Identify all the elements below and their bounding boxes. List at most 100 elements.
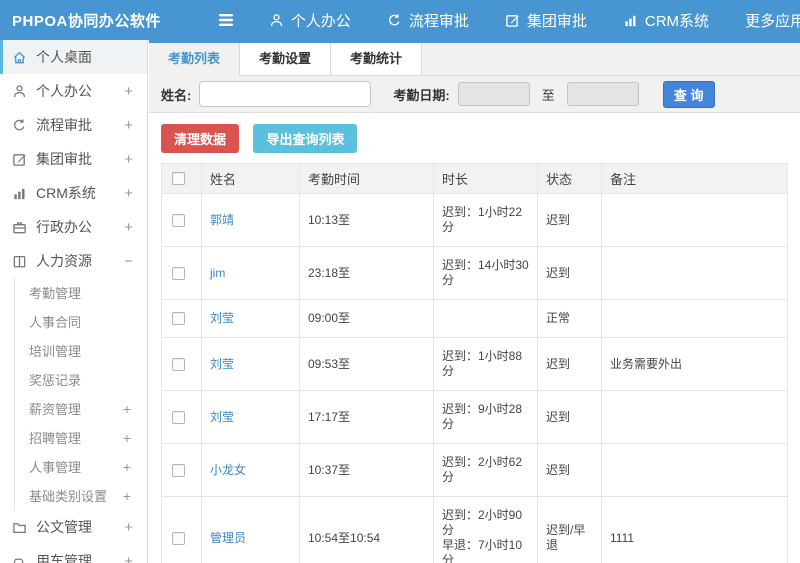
- tab-1[interactable]: 考勤列表: [149, 43, 241, 76]
- name-cell: 刘莹: [201, 299, 300, 338]
- app-title: PHPOA协同办公软件: [12, 12, 161, 30]
- expand-icon[interactable]: +: [124, 519, 133, 536]
- select-all-checkbox[interactable]: [172, 172, 185, 185]
- sidebar-subitem-3[interactable]: 培训管理: [15, 336, 147, 365]
- sidebar-subitem-8[interactable]: 基础类别设置 +: [15, 481, 147, 510]
- table-row: jim 23:18至 迟到：14小时30分 迟到: [161, 246, 788, 300]
- row-checkbox[interactable]: [172, 531, 185, 545]
- date-to-input[interactable]: [566, 82, 639, 106]
- sidebar-subitem-5[interactable]: 薪资管理 +: [15, 394, 147, 423]
- menu-toggle-icon[interactable]: [217, 13, 235, 27]
- sidebar-item-7[interactable]: 人力资源 −: [0, 244, 147, 278]
- name-link[interactable]: 刘莹: [210, 357, 234, 371]
- sidebar-subitem-6[interactable]: 招聘管理 +: [15, 423, 147, 452]
- tab-2[interactable]: 考勤设置: [240, 43, 332, 76]
- folder-icon: [12, 520, 27, 535]
- sidebar-subitem-label: 奖惩记录: [29, 373, 82, 388]
- sidebar-subitem-1[interactable]: 考勤管理: [15, 278, 147, 307]
- expand-icon[interactable]: +: [124, 151, 133, 168]
- row-checkbox[interactable]: [172, 463, 185, 477]
- duration-cell: 迟到：2小时62分: [433, 443, 538, 497]
- topnav-item-label: 个人办公: [290, 12, 351, 30]
- sidebar-item-6[interactable]: 行政办公 +: [0, 210, 147, 244]
- status-cell: 迟到: [537, 246, 602, 300]
- topnav-item-3[interactable]: 集团审批: [505, 10, 587, 31]
- expand-icon[interactable]: +: [124, 219, 133, 236]
- workflow-icon: [12, 118, 27, 133]
- sidebar-item-4[interactable]: 集团审批 +: [0, 142, 147, 176]
- topnav-item-label: CRM系统: [644, 12, 710, 30]
- clear-data-button[interactable]: 清理数据: [161, 124, 240, 153]
- expand-icon[interactable]: +: [123, 430, 131, 446]
- sidebar-item-8[interactable]: 公文管理 +: [0, 510, 147, 544]
- sidebar-subitem-4[interactable]: 奖惩记录: [15, 365, 147, 394]
- query-button[interactable]: 查 询: [662, 80, 715, 108]
- sidebar-subitem-label: 人事合同: [29, 315, 82, 330]
- sidebar-item-label: 个人桌面: [36, 49, 92, 65]
- expand-icon[interactable]: +: [123, 459, 131, 475]
- sidebar-item-label: 行政办公: [36, 219, 92, 235]
- expand-icon[interactable]: +: [123, 488, 131, 504]
- remark-cell: 业务需要外出: [601, 337, 788, 391]
- sidebar-item-1[interactable]: 个人桌面: [0, 40, 147, 74]
- topnav-item-1[interactable]: 个人办公: [269, 10, 351, 31]
- date-from-input[interactable]: [457, 82, 530, 106]
- checkbox-cell: [161, 246, 202, 300]
- remark-cell: [601, 193, 788, 247]
- name-cell: 郭靖: [201, 193, 300, 247]
- duration-cell: 迟到：14小时30分: [433, 246, 538, 300]
- time-cell: 09:53至: [299, 337, 434, 391]
- time-cell: 23:18至: [299, 246, 434, 300]
- table-row: 刘莹 09:53至 迟到：1小时88分 迟到 业务需要外出: [161, 337, 788, 391]
- expand-icon[interactable]: +: [124, 83, 133, 100]
- time-cell: 10:37至: [299, 443, 434, 497]
- duration-cell: 迟到：9小时28分: [433, 390, 538, 444]
- name-link[interactable]: 刘莹: [210, 410, 234, 424]
- select-all-header-cell: [161, 163, 202, 194]
- name-link[interactable]: 管理员: [210, 531, 246, 545]
- duration-cell: [433, 299, 538, 338]
- checkbox-cell: [161, 337, 202, 391]
- sidebar-subitem-label: 招聘管理: [29, 431, 82, 446]
- time-cell: 09:00至: [299, 299, 434, 338]
- sidebar-item-9[interactable]: 用车管理 +: [0, 544, 147, 563]
- person-icon: [12, 84, 27, 99]
- topnav-item-5[interactable]: 更多应用: [745, 10, 800, 31]
- tab-3[interactable]: 考勤统计: [331, 43, 423, 76]
- action-toolbar: 清理数据 导出查询列表: [149, 113, 800, 163]
- sidebar-item-2[interactable]: 个人办公 +: [0, 74, 147, 108]
- sidebar-subitem-label: 基础类别设置: [29, 489, 108, 504]
- sidebar-item-label: 个人办公: [36, 83, 92, 99]
- expand-icon[interactable]: +: [124, 553, 133, 563]
- checkbox-cell: [161, 496, 202, 563]
- name-link[interactable]: 小龙女: [210, 463, 246, 477]
- name-cell: 小龙女: [201, 443, 300, 497]
- row-checkbox[interactable]: [172, 312, 185, 325]
- name-link[interactable]: 刘莹: [210, 311, 234, 325]
- duration-cell: 迟到：1小时22分: [433, 193, 538, 247]
- row-checkbox[interactable]: [172, 213, 185, 227]
- export-list-button[interactable]: 导出查询列表: [253, 124, 358, 153]
- checkbox-cell: [161, 443, 202, 497]
- sidebar-item-3[interactable]: 流程审批 +: [0, 108, 147, 142]
- sidebar-subitem-7[interactable]: 人事管理 +: [15, 452, 147, 481]
- sidebar-subitem-2[interactable]: 人事合同: [15, 307, 147, 336]
- row-checkbox[interactable]: [172, 357, 185, 371]
- topnav-item-4[interactable]: CRM系统: [623, 10, 709, 31]
- car-icon: [12, 554, 27, 563]
- expand-icon[interactable]: +: [124, 117, 133, 134]
- expand-icon[interactable]: +: [123, 401, 131, 417]
- topnav-item-2[interactable]: 流程审批: [387, 10, 469, 31]
- name-link[interactable]: 郭靖: [210, 213, 234, 227]
- collapse-icon[interactable]: −: [124, 253, 133, 270]
- status-cell: 迟到/早退: [537, 496, 602, 563]
- app-window: PHPOA协同办公软件 个人办公 流程审批 集团审批 CRM系统 更多应用 个人桌面 个人…: [0, 0, 800, 563]
- row-checkbox[interactable]: [172, 266, 185, 280]
- expand-icon[interactable]: +: [124, 185, 133, 202]
- name-link[interactable]: jim: [210, 266, 225, 280]
- time-cell: 10:13至: [299, 193, 434, 247]
- sidebar-item-5[interactable]: CRM系统 +: [0, 176, 147, 210]
- row-checkbox[interactable]: [172, 410, 185, 424]
- sidebar-subitem-label: 培训管理: [29, 344, 82, 359]
- name-input[interactable]: [199, 81, 372, 107]
